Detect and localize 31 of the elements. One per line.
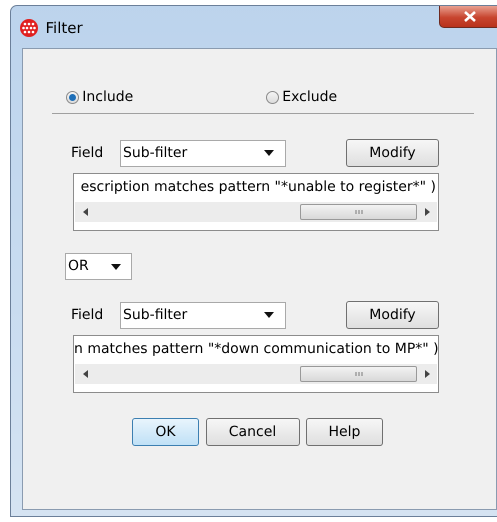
- scroll-right-icon[interactable]: [424, 208, 430, 216]
- app-globe-icon: [19, 18, 39, 38]
- mode-radio[interactable]: Include: [66, 87, 266, 107]
- caret-icon: [264, 312, 274, 318]
- field-dropdown[interactable]: Sub-filter: [120, 140, 286, 166]
- close-icon: [464, 11, 476, 22]
- modify-button[interactable]: Modify: [346, 139, 439, 167]
- dialog-button[interactable]: OK: [132, 418, 199, 446]
- mode-radio[interactable]: Exclude: [266, 87, 338, 107]
- dialog-button[interactable]: Cancel: [206, 418, 300, 446]
- window-title: Filter: [46, 18, 83, 39]
- expression-field[interactable]: escription matches pattern "*unable to register*" ): [73, 173, 439, 231]
- modify-button[interactable]: Modify: [346, 301, 439, 329]
- caret-icon: [111, 264, 121, 270]
- dialog-button[interactable]: Help: [306, 418, 383, 446]
- close-button[interactable]: [439, 6, 497, 28]
- expression-field[interactable]: n matches pattern "*down communication to MP*" ): [73, 335, 439, 393]
- operator-dropdown[interactable]: OR: [65, 253, 132, 280]
- field-label: Field: [71, 144, 104, 162]
- scroll-left-icon[interactable]: [82, 208, 88, 216]
- scroll-right-icon[interactable]: [424, 370, 430, 378]
- field-dropdown[interactable]: Sub-filter: [120, 302, 286, 328]
- scroll-left-icon[interactable]: [82, 370, 88, 378]
- caret-icon: [264, 150, 274, 156]
- horizontal-scrollbar[interactable]: [75, 202, 437, 222]
- expression-text: n matches pattern "*down communication to MP*" ): [74, 340, 438, 359]
- scroll-thumb[interactable]: [300, 204, 417, 220]
- expression-text: escription matches pattern "*unable to register*" ): [80, 178, 437, 197]
- field-label: Field: [71, 306, 104, 324]
- horizontal-scrollbar[interactable]: [75, 364, 437, 384]
- scroll-thumb[interactable]: [300, 366, 417, 382]
